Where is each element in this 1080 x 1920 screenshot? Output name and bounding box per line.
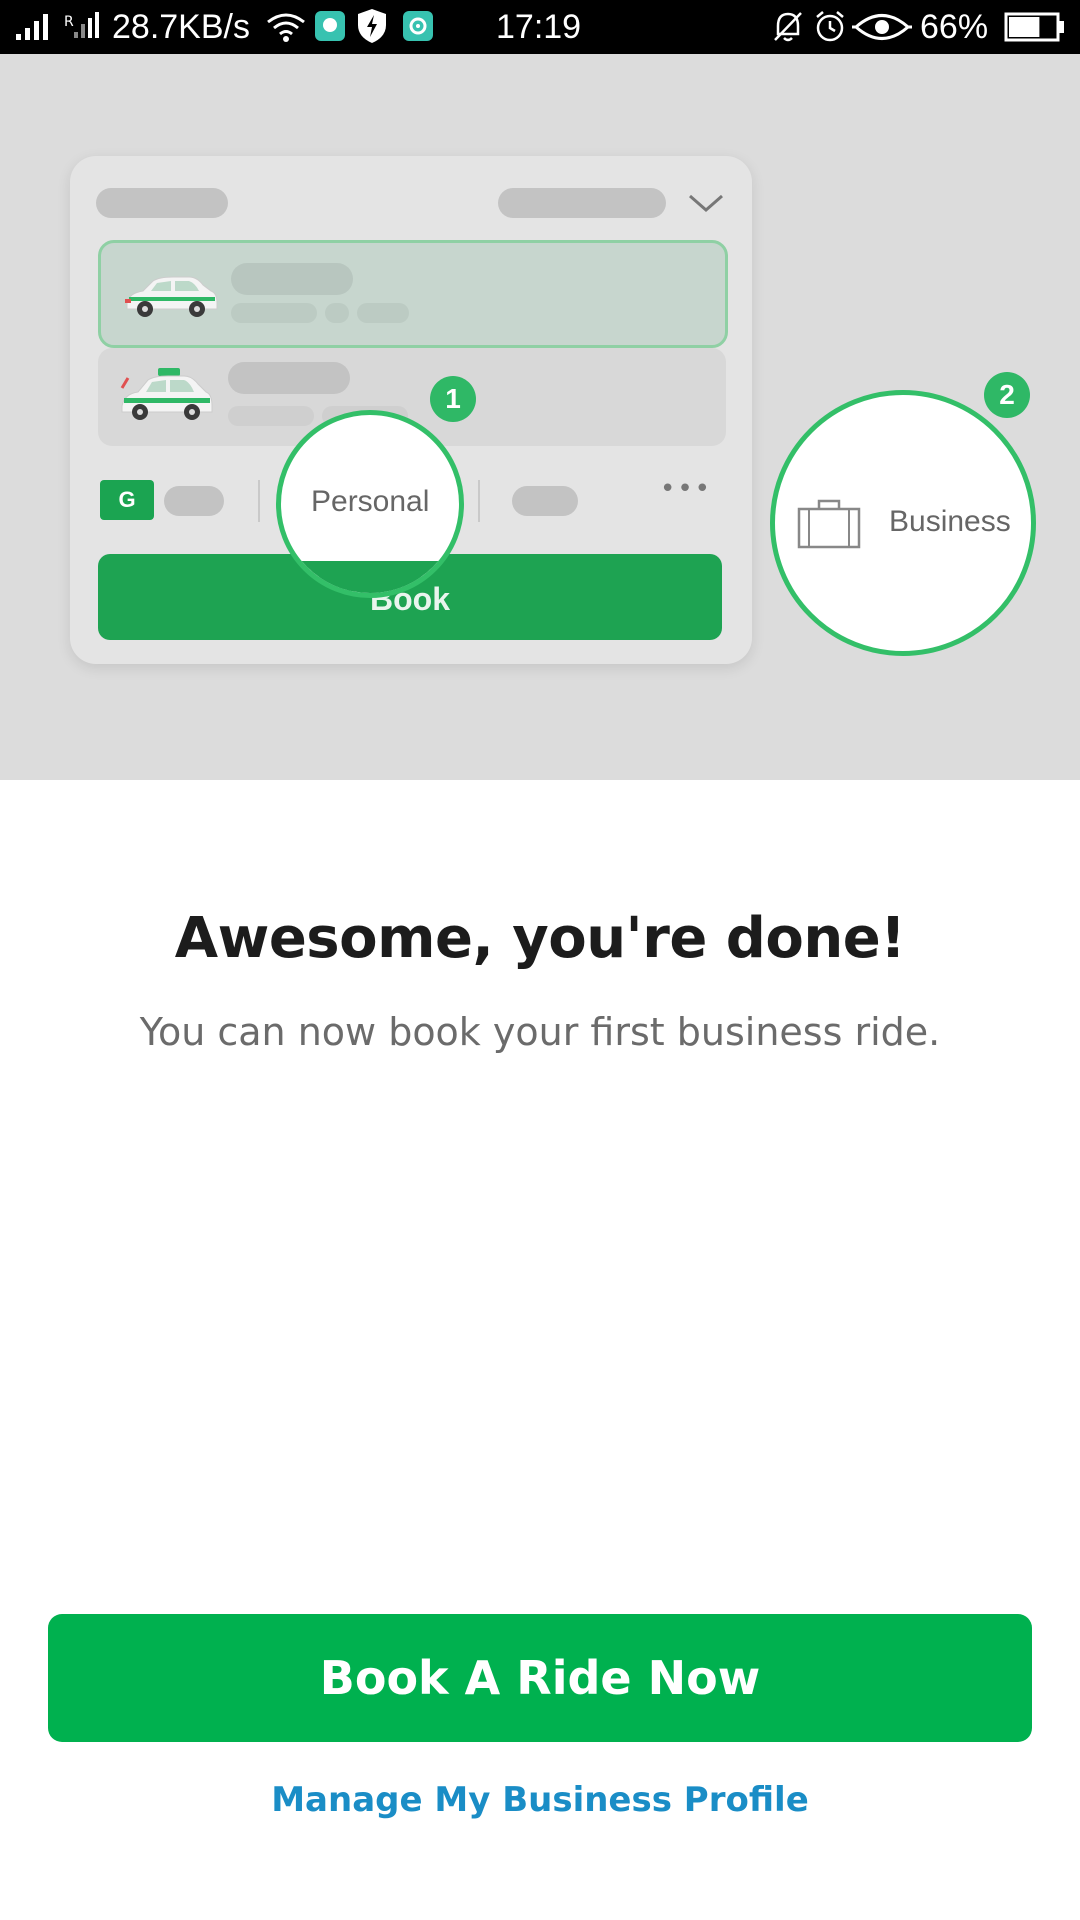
battery-icon [1004, 12, 1064, 42]
taxi-icon [120, 368, 213, 420]
placeholder-ride-detail [357, 303, 409, 323]
business-label: Business [889, 505, 1011, 538]
placeholder-ride-name [231, 263, 353, 295]
payment-method-icon: G [100, 480, 154, 520]
app-notification-icon [315, 11, 345, 41]
wifi-icon [267, 13, 305, 42]
status-bar: R 28.7KB/s 17:19 66% [0, 0, 1080, 54]
personal-profile-callout: Personal [276, 410, 464, 598]
book-a-ride-now-button[interactable]: Book A Ride Now [48, 1614, 1032, 1742]
business-profile-callout: Business [770, 390, 1036, 656]
signal-strength-2-icon: R [64, 12, 99, 38]
location-service-icon [403, 11, 433, 41]
placeholder-promo [512, 486, 578, 516]
clock: 17:19 [496, 8, 582, 46]
ride-option-selected [98, 240, 728, 348]
network-speed: 28.7KB/s [112, 8, 250, 46]
placeholder-ride-detail [325, 303, 349, 323]
hero-illustration: G ••• Book Personal 1 Business 2 [0, 54, 1080, 780]
mute-bell-icon [774, 12, 802, 42]
shield-icon [358, 9, 386, 43]
divider [258, 480, 260, 522]
placeholder-ride-detail [231, 303, 317, 323]
briefcase-icon [797, 499, 861, 549]
manage-business-profile-link[interactable]: Manage My Business Profile [0, 1780, 1080, 1820]
eye-comfort-icon [852, 14, 912, 40]
placeholder-ride-detail [228, 406, 314, 426]
placeholder-ride-name [228, 362, 350, 394]
divider [478, 480, 480, 522]
alarm-clock-icon [816, 11, 844, 42]
step-2-badge: 2 [984, 372, 1030, 418]
placeholder-pickup [96, 188, 228, 218]
svg-text:R: R [64, 14, 74, 30]
chevron-down-icon [689, 194, 723, 212]
step-1-badge: 1 [430, 376, 476, 422]
battery-percentage: 66% [920, 8, 989, 46]
placeholder-destination [498, 188, 666, 218]
placeholder-payment [164, 486, 224, 516]
car-icon [125, 276, 218, 317]
success-title: Awesome, you're done! [174, 906, 906, 971]
personal-label: Personal [311, 485, 430, 518]
callout-book-strip [281, 561, 459, 593]
success-subtitle: You can now book your first business rid… [139, 1010, 941, 1054]
signal-strength-icon [16, 14, 48, 40]
more-options-icon: ••• [660, 474, 713, 504]
